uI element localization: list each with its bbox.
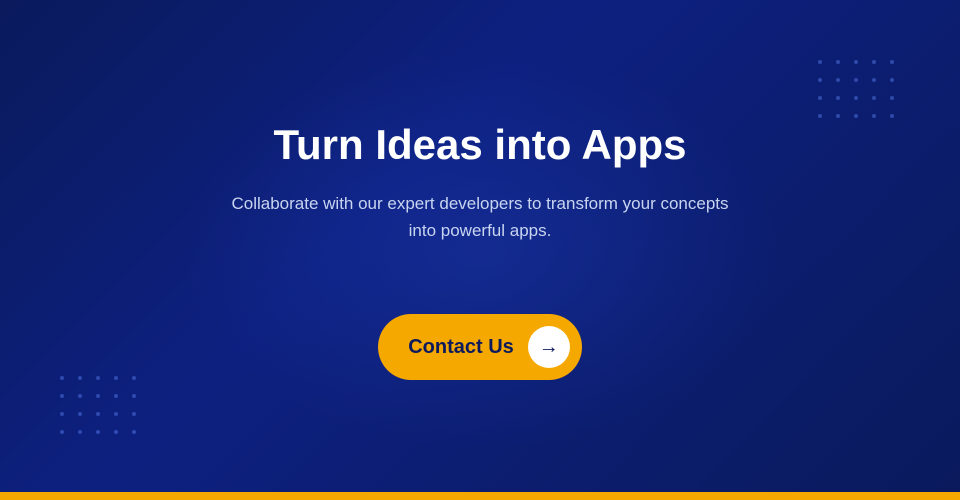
hero-content: Turn Ideas into Apps Collaborate with ou… [190,120,770,381]
bottom-accent-bar [0,492,960,500]
dots-decoration-top-right [818,60,900,124]
hero-title: Turn Ideas into Apps [273,120,686,170]
contact-us-button[interactable]: Contact Us → [378,314,582,380]
contact-us-label: Contact Us [408,336,514,359]
hero-subtitle: Collaborate with our expert developers t… [230,190,730,244]
arrow-circle: → [528,326,570,368]
dots-decoration-bottom-left [60,376,142,440]
hero-section: Turn Ideas into Apps Collaborate with ou… [0,0,960,500]
arrow-icon: → [539,336,559,359]
